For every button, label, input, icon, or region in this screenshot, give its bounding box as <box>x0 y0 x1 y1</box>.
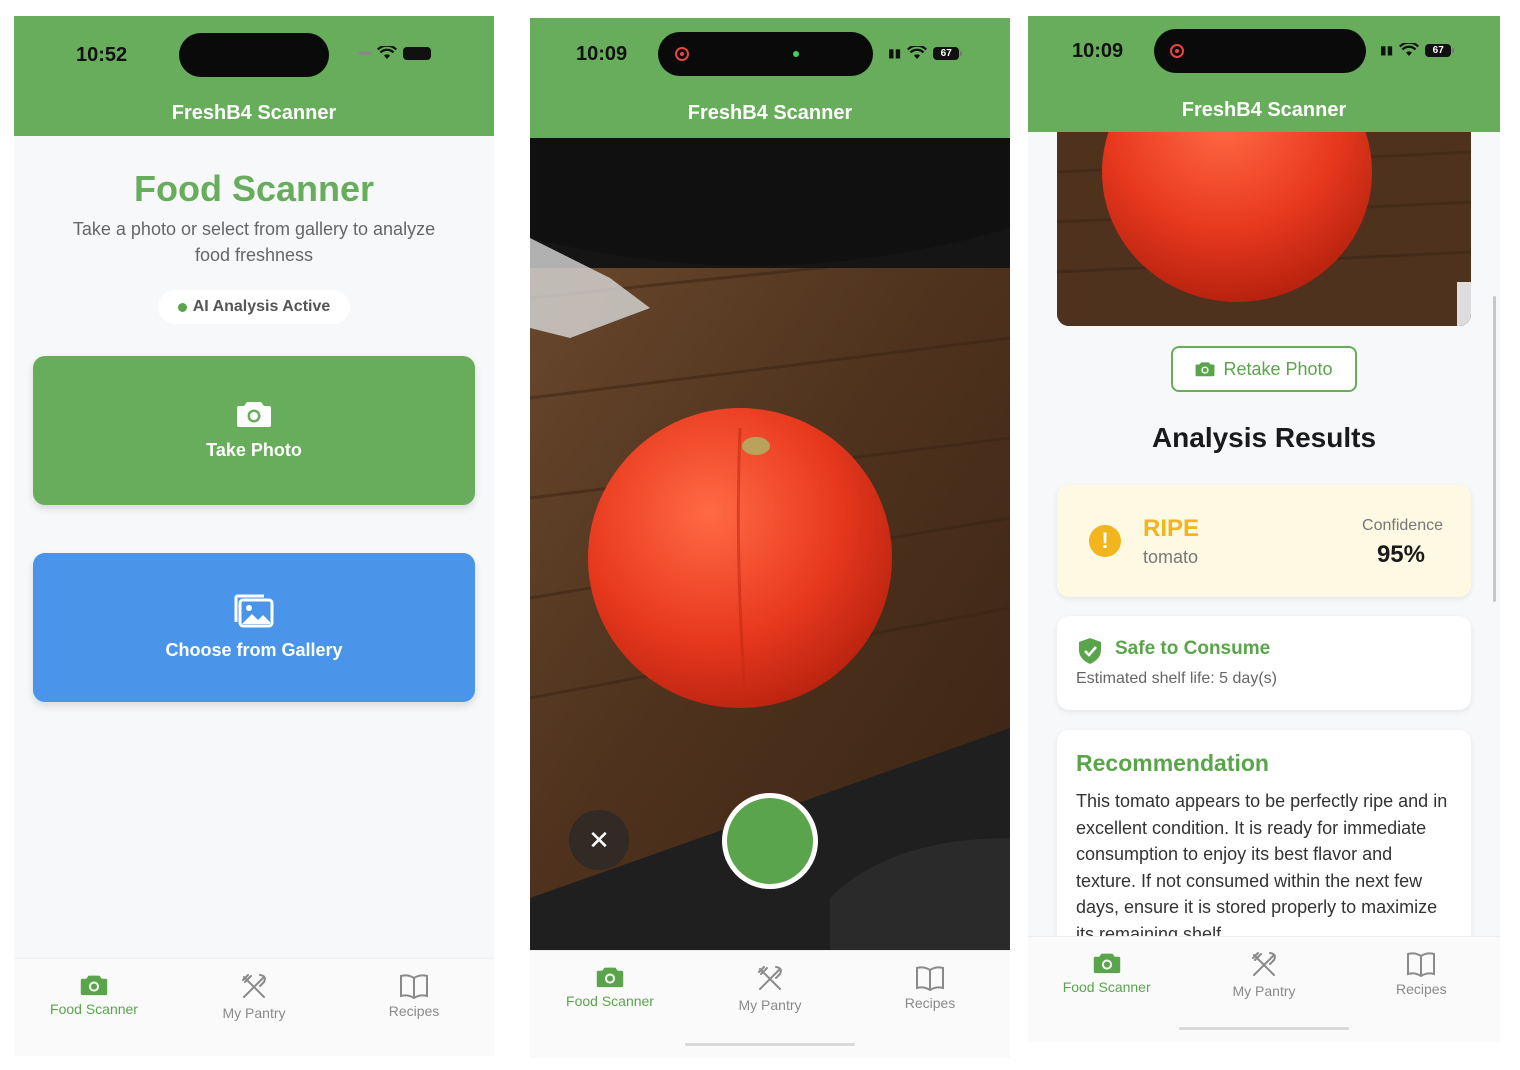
wifi-icon <box>1399 43 1420 56</box>
recommendation-title: Recommendation <box>1076 750 1269 776</box>
camera-icon <box>237 402 271 427</box>
status-icons: ▮▮ 67 <box>888 46 963 60</box>
status-icons: •••• <box>358 46 431 60</box>
tab-food-scanner[interactable]: Food Scanner <box>1028 937 1185 1042</box>
book-icon <box>916 966 944 991</box>
utensils-icon <box>1251 952 1276 976</box>
camera-icon <box>596 967 624 988</box>
shutter-button[interactable] <box>722 793 818 889</box>
app-header: 10:09 ▮▮ 67 FreshB4 Scanner <box>1028 16 1500 132</box>
status-icons: ▮▮ 67 <box>1380 43 1455 57</box>
shelf-life-text: Estimated shelf life: 5 day(s) <box>1076 670 1277 687</box>
confidence-value: 95% <box>1376 541 1425 568</box>
recording-icon <box>1170 44 1184 58</box>
recommendation-text: This tomato appears to be perfectly ripe… <box>1076 791 1448 944</box>
camera-capture-screen: 10:09 ▮▮ 67 FreshB4 Scanner ✕ Food Scann… <box>530 18 1010 1058</box>
ai-status-label: AI Analysis Active <box>192 298 331 315</box>
shutter-inner <box>727 798 813 884</box>
wifi-icon <box>907 46 928 59</box>
tab-my-pantry[interactable]: My Pantry <box>690 951 850 1058</box>
recommendation-card: Recommendation This tomato appears to be… <box>1057 730 1471 960</box>
utensils-icon <box>242 974 266 998</box>
book-icon <box>1407 952 1436 977</box>
safety-title: Safe to Consume <box>1115 638 1271 659</box>
bottom-tab-bar: Food Scanner My Pantry Recipes <box>14 958 494 1056</box>
tab-label: Food Scanner <box>566 993 654 1009</box>
dynamic-island <box>1154 29 1366 73</box>
take-photo-button[interactable]: Take Photo <box>33 356 475 505</box>
tab-label: Recipes <box>904 995 956 1011</box>
tab-label: Food Scanner <box>50 1001 138 1017</box>
ai-status-badge: AI Analysis Active <box>158 290 350 324</box>
results-title: Analysis Results <box>1151 422 1377 453</box>
gallery-icon <box>234 594 274 628</box>
captured-photo <box>1057 132 1471 326</box>
confidence-label: Confidence <box>1362 517 1443 534</box>
ripeness-status: RIPE <box>1143 515 1200 542</box>
tab-label: My Pantry <box>222 1005 286 1021</box>
book-icon <box>400 974 428 999</box>
warning-icon: ! <box>1089 525 1121 557</box>
tab-label: Food Scanner <box>1062 979 1151 995</box>
choose-gallery-button[interactable]: Choose from Gallery <box>33 553 475 702</box>
tab-food-scanner[interactable]: Food Scanner <box>530 951 690 1058</box>
tab-label: Recipes <box>388 1003 440 1019</box>
retake-photo-button[interactable]: Retake Photo <box>1171 346 1357 392</box>
tab-label: My Pantry <box>738 997 802 1013</box>
dynamic-island <box>179 33 329 77</box>
signal-icon: •••• <box>358 46 372 60</box>
dynamic-island <box>658 32 873 76</box>
gallery-label: Choose from Gallery <box>165 640 343 660</box>
app-header: 10:52 •••• FreshB4 Scanner <box>14 16 494 136</box>
tab-label: Recipes <box>1396 981 1447 997</box>
app-header: 10:09 ▮▮ 67 FreshB4 Scanner <box>530 18 1010 138</box>
bottom-tab-bar: Food Scanner My Pantry Recipes <box>530 950 1010 1058</box>
ripeness-card: ! RIPE tomato Confidence 95% <box>1057 485 1471 597</box>
tab-recipes[interactable]: Recipes <box>1343 937 1500 1042</box>
signal-icon: ▮▮ <box>888 46 902 60</box>
app-title: FreshB4 Scanner <box>1181 99 1347 121</box>
status-time: 10:09 <box>576 43 628 65</box>
tab-recipes[interactable]: Recipes <box>850 951 1010 1058</box>
scanner-home-screen: 10:52 •••• FreshB4 Scanner Food Scanner … <box>14 16 494 1056</box>
take-photo-label: Take Photo <box>206 440 302 460</box>
app-title: FreshB4 Scanner <box>687 102 853 124</box>
home-indicator <box>685 1043 855 1046</box>
tab-label: My Pantry <box>1232 983 1296 999</box>
tab-my-pantry[interactable]: My Pantry <box>174 959 334 1056</box>
shield-check-icon <box>1079 638 1101 664</box>
camera-in-use-icon <box>793 51 799 57</box>
battery-icon: 67 <box>933 46 963 60</box>
food-name: tomato <box>1143 547 1199 567</box>
safety-card: Safe to Consume Estimated shelf life: 5 … <box>1057 616 1471 710</box>
home-indicator <box>1179 1027 1349 1030</box>
app-title: FreshB4 Scanner <box>171 102 337 124</box>
tomato-photo-image <box>1057 132 1471 326</box>
status-time: 10:09 <box>1072 40 1124 62</box>
scrollbar[interactable] <box>1493 296 1496 602</box>
page-title: Food Scanner <box>133 168 375 209</box>
signal-icon: ▮▮ <box>1380 43 1394 57</box>
utensils-icon <box>758 966 782 990</box>
retake-label: Retake Photo <box>1223 358 1333 379</box>
bottom-tab-bar: Food Scanner My Pantry Recipes <box>1028 936 1500 1042</box>
battery-icon: 67 <box>1425 43 1455 57</box>
page-subtitle: Take a photo or select from gallery to a… <box>72 219 436 265</box>
camera-icon <box>1196 362 1215 377</box>
camera-icon <box>1093 953 1120 974</box>
tab-food-scanner[interactable]: Food Scanner <box>14 959 174 1056</box>
camera-icon <box>80 975 108 996</box>
recording-icon <box>675 47 689 61</box>
analysis-results-screen: 10:09 ▮▮ 67 FreshB4 Scanner Retake Photo… <box>1028 16 1500 1042</box>
wifi-icon <box>376 46 397 59</box>
battery-icon <box>402 46 431 60</box>
status-dot-icon <box>177 302 187 312</box>
status-time: 10:52 <box>76 44 128 66</box>
close-camera-button[interactable]: ✕ <box>569 810 629 870</box>
tab-recipes[interactable]: Recipes <box>334 959 494 1056</box>
